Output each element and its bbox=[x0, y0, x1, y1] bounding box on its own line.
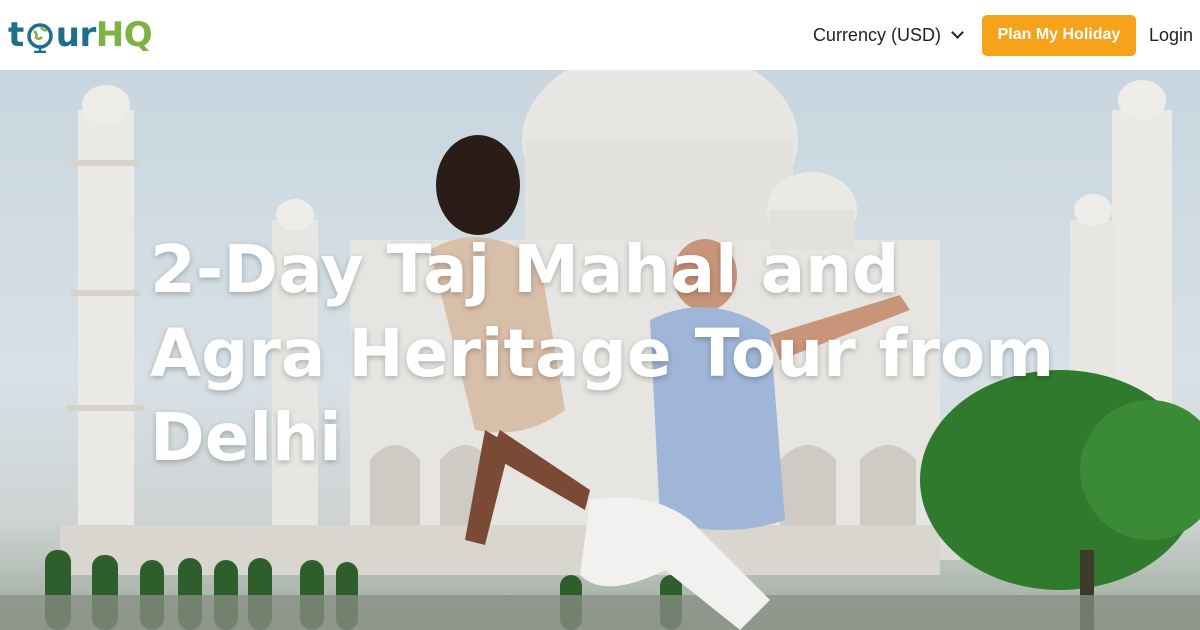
hero-title: 2-Day Taj Mahal and Agra Heritage Tour f… bbox=[150, 231, 1055, 476]
login-link[interactable]: Login bbox=[1149, 25, 1193, 46]
header-nav: Currency (USD) Plan My Holiday Login bbox=[813, 0, 1200, 70]
hero-banner: 2-Day Taj Mahal and Agra Heritage Tour f… bbox=[0, 70, 1200, 630]
currency-label: Currency (USD) bbox=[812, 24, 941, 45]
chevron-down-icon bbox=[951, 26, 964, 39]
site-header: t ur HQ Currency (USD) Plan My Holiday L… bbox=[0, 0, 1200, 70]
plan-my-holiday-button[interactable]: Plan My Holiday bbox=[981, 14, 1136, 56]
tourhq-logo[interactable]: t ur HQ bbox=[8, 10, 153, 60]
globe-icon bbox=[25, 22, 55, 54]
currency-dropdown[interactable]: Currency (USD) bbox=[812, 24, 964, 46]
